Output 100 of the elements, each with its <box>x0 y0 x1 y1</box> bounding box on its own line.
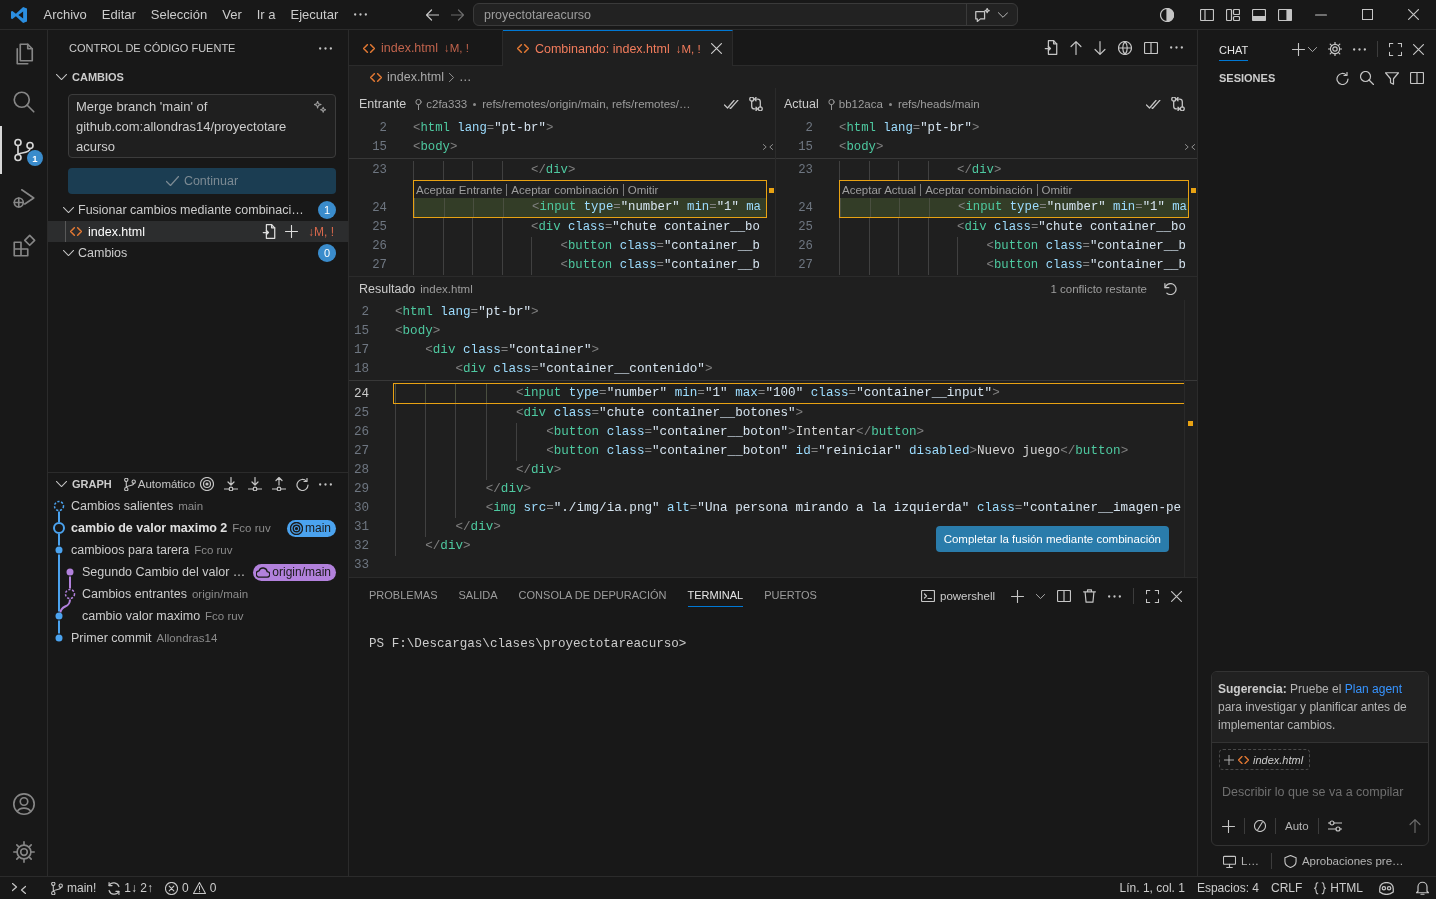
close-icon[interactable] <box>1171 590 1182 602</box>
terminal-profile[interactable]: powershell <box>921 590 995 602</box>
search-icon[interactable] <box>1360 71 1374 85</box>
more-icon[interactable] <box>319 46 332 50</box>
arrow-down-icon[interactable] <box>1094 40 1106 55</box>
cloud-icon[interactable] <box>256 566 271 578</box>
refresh-icon[interactable] <box>1336 71 1349 85</box>
more-icon[interactable] <box>1108 594 1121 598</box>
commit-message-input[interactable]: Merge branch 'main' of github.com:allondras14/proyectotareacurso <box>68 94 336 158</box>
indentation-status[interactable]: Espacios: 4 <box>1190 881 1265 895</box>
shield-icon[interactable] <box>1283 854 1297 868</box>
complete-merge-button[interactable]: Completar la fusión mediante combinación <box>935 526 1169 552</box>
sync-icon[interactable] <box>108 881 121 895</box>
back-arrow-icon[interactable] <box>426 8 439 21</box>
filter-icon[interactable] <box>1385 71 1399 85</box>
activity-item[interactable]: 1 <box>0 126 47 174</box>
panel-tab[interactable]: PUERTOS <box>764 585 817 607</box>
commit-message[interactable]: cambioos para tarera <box>71 543 190 557</box>
commit-message[interactable]: cambio valor maximo <box>82 609 201 623</box>
codelens-action[interactable]: Aceptar Entrante <box>416 183 503 196</box>
menu-item[interactable]: Ir a <box>249 3 283 26</box>
language-status[interactable]: HTML <box>1308 881 1369 895</box>
settings-icon[interactable] <box>11 840 36 864</box>
section-header[interactable]: CAMBIOS <box>48 66 348 88</box>
attachment-chip[interactable]: index.html <box>1219 749 1311 770</box>
codelens-action[interactable]: Omitir <box>1041 183 1073 196</box>
section-header[interactable]: GRAPH <box>48 473 112 495</box>
branch-icon[interactable] <box>123 477 136 491</box>
toggle-sidebar-icon[interactable] <box>1200 8 1214 21</box>
commit-message[interactable]: cambio de valor maximo 2 <box>71 521 228 535</box>
bell-icon[interactable] <box>1416 881 1429 895</box>
maximize-icon[interactable] <box>1361 9 1373 20</box>
run-debug-icon[interactable] <box>11 186 36 210</box>
close-icon[interactable] <box>710 43 722 54</box>
chevron-down-icon[interactable] <box>1036 593 1045 599</box>
panel-tab[interactable]: CONSOLA DE DEPURACIÓN <box>518 585 667 607</box>
tree-group[interactable]: Fusionar cambios mediante combinaci… 1 <box>48 199 348 221</box>
account-icon[interactable] <box>11 792 36 816</box>
commit-hash[interactable]: c2fa333 <box>426 98 468 110</box>
braces-icon[interactable] <box>1314 881 1327 895</box>
split-editor-icon[interactable] <box>1144 41 1158 54</box>
codelens-action[interactable]: Omitir <box>627 183 659 196</box>
commit-message[interactable]: Segundo Cambio del valor … <box>82 565 246 579</box>
panel-tab[interactable]: TERMINAL <box>687 585 744 607</box>
more-icon[interactable] <box>319 482 332 486</box>
chat-footer-item[interactable]: Aprobaciones pre… <box>1283 854 1404 868</box>
suggestion-link[interactable]: Plan agent <box>1344 682 1403 696</box>
settings-icon[interactable] <box>1328 42 1342 56</box>
panel-tab[interactable]: PROBLEMAS <box>369 585 438 607</box>
warning-icon[interactable] <box>192 882 206 894</box>
error-icon[interactable] <box>165 881 179 895</box>
pin-icon[interactable] <box>415 98 423 110</box>
cursor-position[interactable]: Lín. 1, col. 1 <box>1113 881 1191 895</box>
refresh-icon[interactable] <box>296 477 309 491</box>
commit-message[interactable]: Primer commit <box>71 631 152 645</box>
compare-icon[interactable] <box>1171 97 1185 111</box>
file-item[interactable]: index.html ↓M, ! <box>48 221 348 242</box>
more-icon[interactable] <box>1353 47 1366 51</box>
panel-tab[interactable]: SALIDA <box>458 585 498 607</box>
chat-tab[interactable]: CHAT <box>1219 39 1249 61</box>
commit-hash[interactable]: bb12aca <box>838 98 883 110</box>
globe-icon[interactable] <box>1118 40 1132 55</box>
plus-icon[interactable] <box>1292 42 1305 56</box>
branch-icon[interactable] <box>51 881 63 895</box>
branch-status[interactable]: main! <box>45 881 103 895</box>
arrow-down-line-icon[interactable] <box>248 477 262 491</box>
html-file-icon[interactable] <box>516 44 529 53</box>
minimize-icon[interactable] <box>1315 13 1327 16</box>
arrow-down-line-icon[interactable] <box>224 477 238 491</box>
forward-arrow-icon[interactable] <box>451 8 464 21</box>
arrow-up-icon[interactable] <box>1070 40 1082 55</box>
breadcrumb[interactable]: … <box>459 70 472 84</box>
undo-icon[interactable] <box>1164 283 1177 295</box>
menu-item[interactable]: Selección <box>143 3 215 26</box>
editor-tab[interactable]: Combinando: index.html ↓M, ! <box>502 30 733 66</box>
arrow-up-line-icon[interactable] <box>272 477 286 491</box>
html-file-icon[interactable] <box>1238 755 1249 764</box>
more-icon[interactable] <box>1170 46 1183 49</box>
compare-icon[interactable] <box>749 97 763 111</box>
goggles-face-icon[interactable] <box>1379 881 1394 895</box>
monitor-icon[interactable] <box>1223 854 1236 868</box>
collapse-icon[interactable] <box>763 144 773 150</box>
sync-status[interactable]: 1↓ 2↑ <box>102 881 160 895</box>
chevron-down-icon[interactable] <box>56 74 67 80</box>
breadcrumb[interactable]: index.html <box>387 70 444 84</box>
chat-sparkle-icon[interactable] <box>975 7 990 22</box>
maximize-icon[interactable] <box>1389 42 1402 56</box>
commit-message[interactable]: Cambios salientes <box>71 499 174 513</box>
toggle-secondary-sidebar-icon[interactable] <box>1278 8 1292 21</box>
double-check-icon[interactable] <box>1146 99 1161 109</box>
commit-message[interactable]: Cambios entrantes <box>82 587 187 601</box>
branch-mode-button[interactable]: Automático <box>123 477 196 491</box>
codelens-action[interactable]: Aceptar combinación <box>925 183 1033 196</box>
plus-icon[interactable] <box>1011 589 1024 603</box>
plus-icon[interactable] <box>1224 754 1234 765</box>
html-file-icon[interactable] <box>70 227 82 236</box>
maximize-panel-icon[interactable] <box>1146 589 1159 603</box>
menu-item[interactable]: Ejecutar <box>283 3 346 26</box>
command-center[interactable]: proyectotareacurso <box>473 3 1018 26</box>
chevron-down-icon[interactable] <box>56 481 67 487</box>
